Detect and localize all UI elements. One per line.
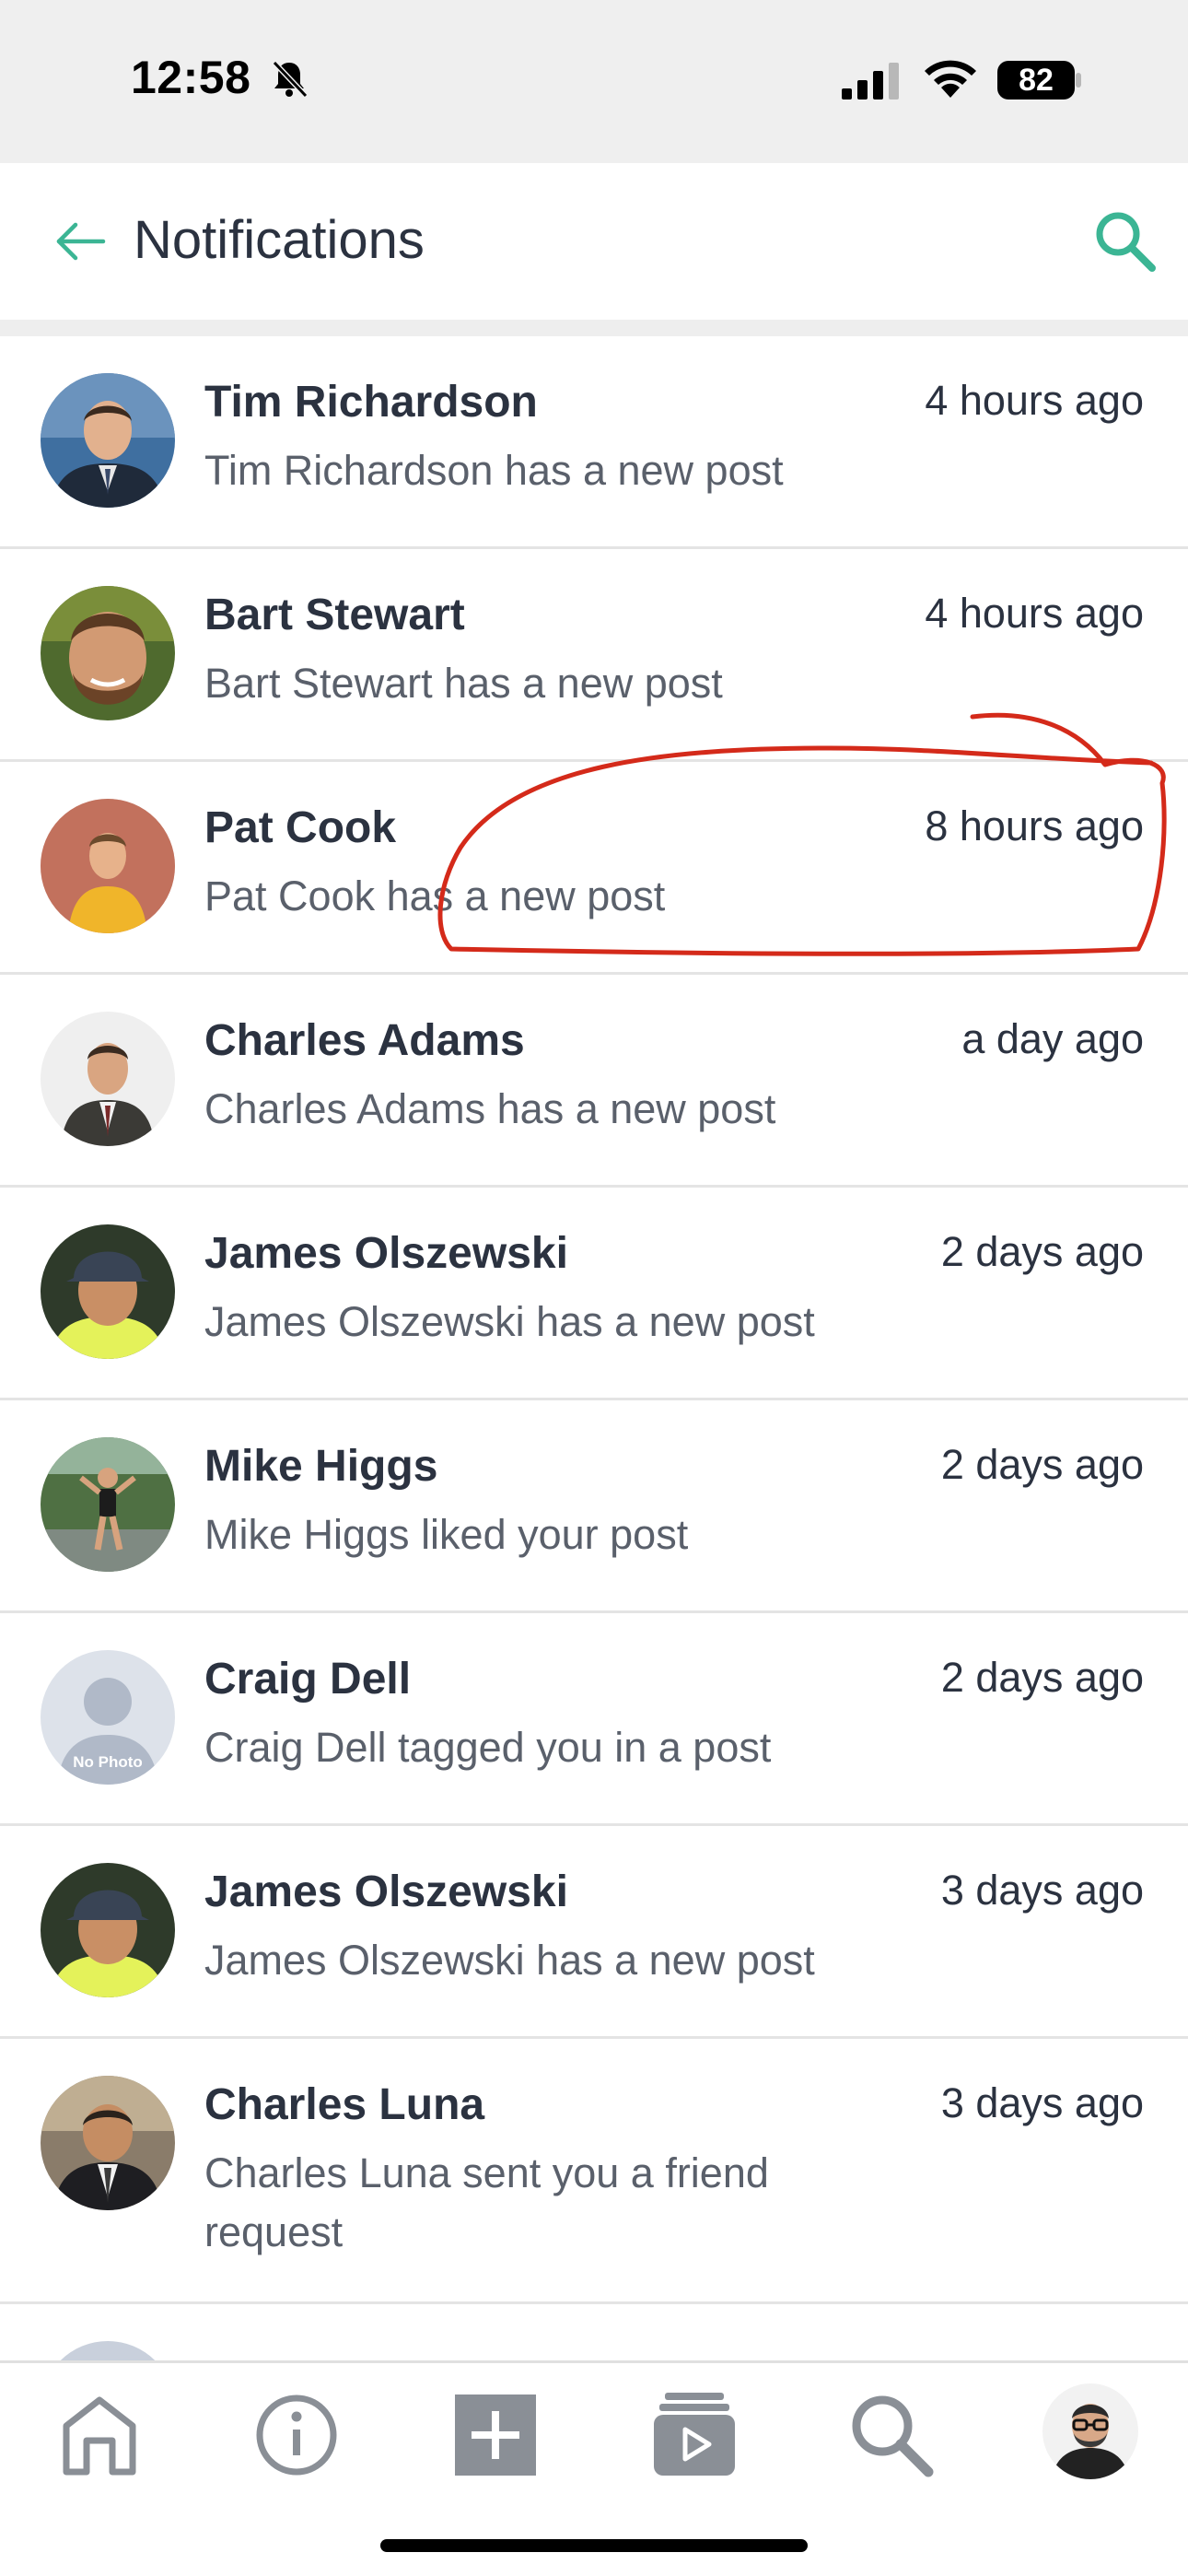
notification-message: Mike Higgs liked your post (204, 1511, 689, 1558)
avatar[interactable] (41, 586, 175, 720)
notification-name: Tim Richardson (204, 378, 538, 427)
notification-row[interactable]: Tim Richardson 4 hours ago Tim Richardso… (0, 336, 1188, 549)
avatar[interactable] (41, 373, 175, 508)
notification-time: a day ago (961, 1015, 1144, 1062)
profile-avatar[interactable] (1042, 2383, 1138, 2479)
notification-name: Bart Stewart (204, 591, 465, 639)
notification-message: Charles Adams has a new post (204, 1085, 776, 1132)
battery-icon: 82 (996, 59, 1085, 101)
status-bar: 12:58 82 (0, 0, 1188, 163)
placeholder-label: No Photo (73, 1753, 143, 1771)
notification-message: Tim Richardson has a new post (204, 447, 784, 494)
notification-name: Pat Cook (204, 803, 397, 852)
notification-message: James Olszewski has a new post (204, 1298, 815, 1345)
notification-row[interactable]: Mike Higgs 2 days ago Mike Higgs liked y… (0, 1400, 1188, 1613)
notification-time: 2 days ago (940, 1654, 1144, 1701)
notification-row[interactable]: James Olszewski 2 days ago James Olszews… (0, 1188, 1188, 1400)
battery-level: 82 (1019, 63, 1054, 98)
notification-message: Pat Cook has a new post (204, 872, 666, 919)
notification-time: 3 days ago (940, 2079, 1144, 2126)
notification-message: James Olszewski has a new post (204, 1937, 815, 1984)
notification-row[interactable]: Charles Adams a day ago Charles Adams ha… (0, 975, 1188, 1188)
search-icon[interactable] (1091, 207, 1158, 274)
wifi-icon (925, 60, 976, 98)
notification-time: 4 hours ago (925, 377, 1144, 424)
arrow-left-icon[interactable] (53, 215, 107, 268)
notification-message: Bart Stewart has a new post (204, 660, 723, 707)
avatar[interactable] (41, 2341, 175, 2360)
notification-list[interactable]: Tim Richardson 4 hours ago Tim Richardso… (0, 336, 1188, 2360)
notification-name: Mike Higgs (204, 1442, 438, 1491)
avatar[interactable] (41, 1224, 175, 1359)
avatar[interactable] (41, 1012, 175, 1146)
notification-row[interactable]: James Olszewski 3 days ago James Olszews… (0, 1826, 1188, 2039)
notification-message: Craig Dell tagged you in a post (204, 1724, 772, 1771)
notification-time: 8 hours ago (925, 802, 1144, 849)
page-title: Notifications (134, 210, 425, 270)
notification-row[interactable]: Bart Stewart 4 hours ago Bart Stewart ha… (0, 549, 1188, 762)
avatar[interactable] (41, 2076, 175, 2210)
home-indicator (380, 2539, 808, 2552)
avatar[interactable] (41, 1863, 175, 1997)
search-icon[interactable] (845, 2389, 938, 2481)
video-library-icon[interactable] (648, 2389, 740, 2481)
status-time: 12:58 (131, 52, 251, 103)
notification-row[interactable]: No Photo Craig Dell 2 days ago Craig Del… (0, 1613, 1188, 1826)
notification-name: James Olszewski (204, 1229, 568, 1278)
cellular-signal-icon (842, 63, 899, 100)
notification-time: 3 days ago (940, 1867, 1144, 1914)
add-post-icon[interactable] (449, 2389, 542, 2481)
home-icon[interactable] (53, 2389, 146, 2481)
notification-row-partial[interactable] (0, 2304, 1188, 2360)
notification-time: 2 days ago (940, 1228, 1144, 1275)
notification-name: James Olszewski (204, 1868, 568, 1916)
app-header: Notifications (0, 163, 1188, 320)
notification-time: 4 hours ago (925, 590, 1144, 637)
notification-row[interactable]: Pat Cook 8 hours ago Pat Cook has a new … (0, 762, 1188, 975)
info-icon[interactable] (250, 2389, 343, 2481)
notification-message: Charles Luna sent you a friend request (204, 2149, 769, 2255)
avatar[interactable] (41, 1437, 175, 1572)
notification-row[interactable]: Charles Luna 3 days ago Charles Luna sen… (0, 2039, 1188, 2304)
avatar-placeholder[interactable]: No Photo (41, 1650, 175, 1785)
notification-name: Charles Adams (204, 1016, 525, 1065)
avatar[interactable] (41, 799, 175, 933)
notification-time: 2 days ago (940, 1441, 1144, 1488)
bell-off-icon (272, 60, 309, 99)
header-divider (0, 320, 1188, 336)
notification-name: Craig Dell (204, 1655, 412, 1704)
notification-name: Charles Luna (204, 2080, 485, 2129)
